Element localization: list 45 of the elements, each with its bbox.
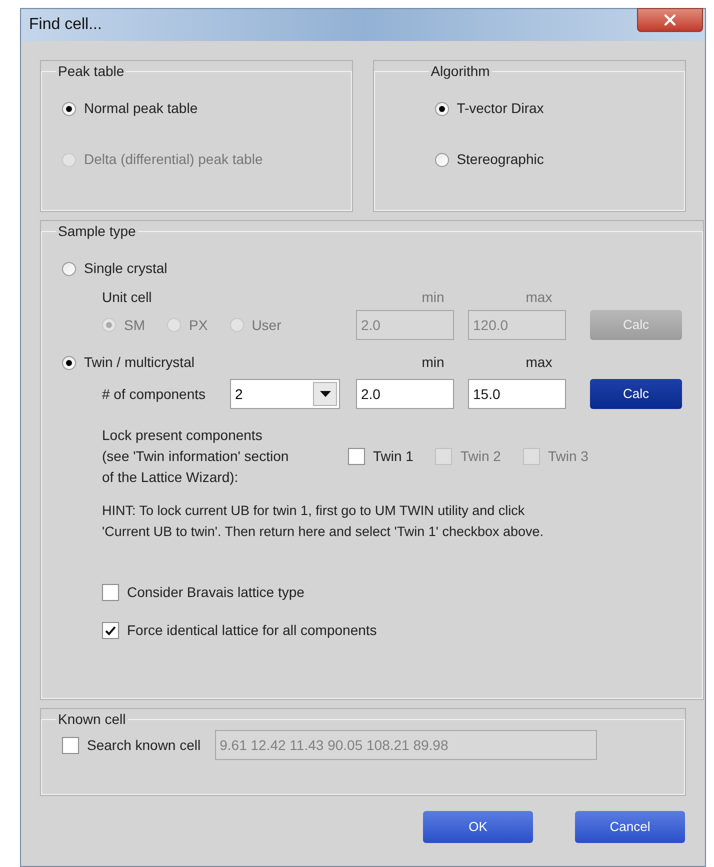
radio-button[interactable] xyxy=(62,356,76,370)
checkbox[interactable] xyxy=(102,622,119,639)
radio-label: Delta (differential) peak table xyxy=(84,150,263,169)
radio-button[interactable] xyxy=(62,102,76,116)
checkbox-label: Twin 3 xyxy=(548,447,588,466)
components-label: # of components xyxy=(102,384,207,404)
radio-label: PX xyxy=(189,316,208,334)
radio-button[interactable] xyxy=(434,102,449,116)
max-label: max xyxy=(524,288,554,307)
checkbox[interactable] xyxy=(348,448,365,465)
checkbox-label: Consider Bravais lattice type xyxy=(127,583,304,602)
group-title: Peak table xyxy=(57,62,126,81)
radio-label: Twin / multicrystal xyxy=(84,353,194,372)
group-title: Known cell xyxy=(57,710,127,729)
components-dropdown[interactable]: 2 xyxy=(230,379,340,409)
dialog-button[interactable]: OK xyxy=(423,811,533,843)
radio-label: Stereographic xyxy=(456,150,544,169)
hint-text: HINT: To lock current UB for twin 1, first go to UM TWIN utility and click 'Current UB to twin'. Then return here and select 'Twin 1' checkbox above. xyxy=(101,502,545,541)
radio-label: Single crystal xyxy=(84,259,168,278)
max-label: max xyxy=(524,353,554,372)
checkbox-label: Force identical lattice for all components xyxy=(127,621,377,640)
radio-label: User xyxy=(252,316,282,334)
radio-button[interactable] xyxy=(62,262,76,276)
checkbox[interactable] xyxy=(102,584,119,601)
min-label: min xyxy=(420,353,446,372)
radio-label: T-vector Dirax xyxy=(456,99,544,118)
min-field[interactable]: 2.0 xyxy=(356,379,454,409)
min-label: min xyxy=(420,288,446,307)
group-title: Sample type xyxy=(57,222,137,241)
check-icon xyxy=(105,626,116,636)
radio-label: Normal peak table xyxy=(84,99,198,118)
max-field[interactable]: 15.0 xyxy=(468,379,566,409)
dialog-button[interactable]: Cancel xyxy=(575,811,685,843)
group-title: Algorithm xyxy=(430,62,491,81)
caret-icon xyxy=(320,391,330,397)
calc-button[interactable]: Calc xyxy=(590,379,682,409)
lock-description: Lock present components (see 'Twin information' section of the Lattice Wizard): xyxy=(102,426,290,487)
checkbox-label: Search known cell xyxy=(87,736,201,754)
radio-button[interactable] xyxy=(434,152,449,166)
radio-label: SM xyxy=(124,316,145,334)
close-button[interactable] xyxy=(637,8,703,32)
window-title: Find cell... xyxy=(29,15,102,35)
checkbox-label: Twin 1 xyxy=(373,447,414,466)
checkbox-label: Twin 2 xyxy=(460,447,501,466)
unit-cell-label: Unit cell xyxy=(102,288,153,307)
